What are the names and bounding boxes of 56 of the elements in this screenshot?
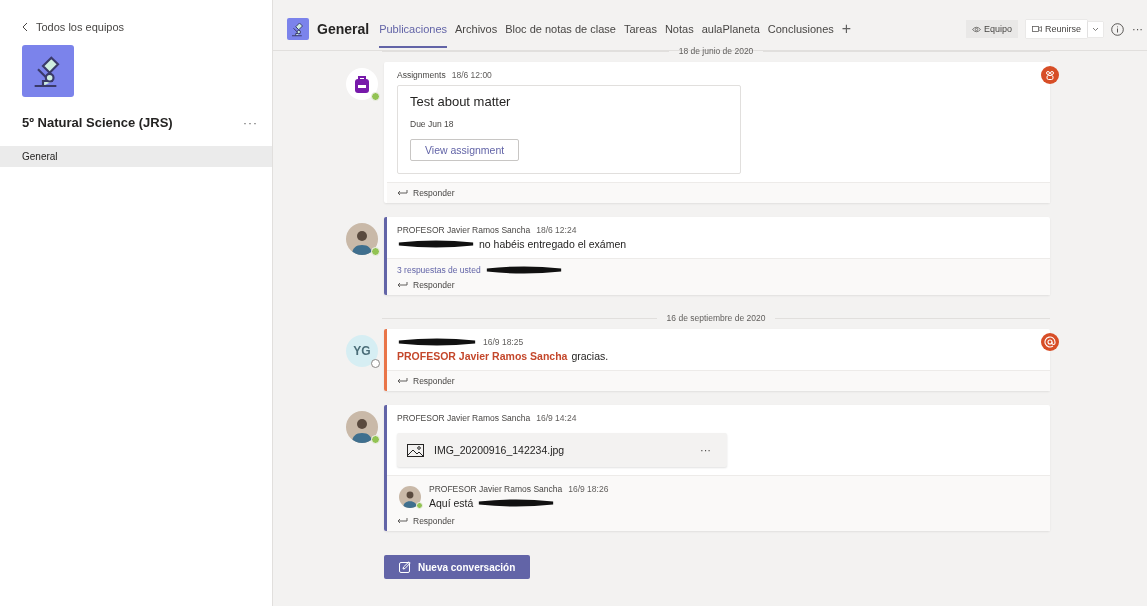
message-text: gracias. — [571, 350, 609, 362]
reply-button[interactable]: Responder — [387, 275, 1050, 295]
author-name: PROFESOR Javier Ramos Sancha — [397, 225, 531, 235]
message-time: 18/6 12:00 — [451, 70, 492, 80]
message-text: Aquí está — [429, 497, 474, 509]
author-name: Assignments — [397, 70, 446, 80]
tab[interactable]: Conclusiones — [767, 10, 834, 48]
team-button[interactable]: Equipo — [965, 20, 1018, 38]
backpack-icon — [354, 75, 370, 93]
more-options-button[interactable]: ··· — [1132, 23, 1143, 35]
compose-icon — [399, 561, 411, 573]
channel-item[interactable]: General — [0, 146, 272, 167]
date-separator: 16 de septiembre de 2020 — [666, 313, 766, 323]
meet-button[interactable]: Reunirse — [1025, 20, 1087, 38]
replies-link[interactable]: 3 respuestas de usted — [397, 265, 481, 275]
reply-arrow-icon — [397, 281, 408, 289]
date-separator: 18 de junio de 2020 — [678, 46, 754, 56]
reply-button[interactable]: Responder — [387, 371, 1050, 391]
message-time: 16/9 18:26 — [568, 484, 609, 494]
file-attachment[interactable]: IMG_20200916_142234.jpg ··· — [397, 433, 727, 467]
reply-button[interactable]: Responder — [387, 183, 1050, 203]
reply-arrow-icon — [397, 517, 408, 525]
tab[interactable]: Archivos — [455, 10, 498, 48]
view-assignment-button[interactable]: View assignment — [410, 139, 520, 161]
more-options-button[interactable]: ··· — [694, 443, 717, 457]
tab[interactable]: Tareas — [623, 10, 657, 48]
new-conversation-button[interactable]: Nueva conversación — [384, 555, 531, 579]
mention-link[interactable]: PROFESOR Javier Ramos Sancha — [397, 350, 568, 362]
reply-arrow-icon — [397, 189, 408, 197]
more-options-button[interactable]: ··· — [243, 115, 258, 130]
video-camera-icon — [1031, 25, 1042, 33]
message-text: no habéis entregado el exámen — [479, 238, 627, 250]
message-time: 16/9 18:25 — [483, 337, 524, 347]
team-name: 5º Natural Science (JRS) — [22, 115, 173, 130]
channel-title: General — [317, 21, 370, 37]
chevron-left-icon — [22, 22, 28, 32]
avatar-initials: YG — [353, 344, 371, 358]
reply-arrow-icon — [397, 377, 408, 385]
file-name: IMG_20200916_142234.jpg — [434, 444, 566, 456]
reply-button[interactable]: Responder — [387, 511, 1050, 531]
author-name: PROFESOR Javier Ramos Sancha — [397, 413, 531, 423]
info-icon[interactable] — [1111, 22, 1124, 36]
tab[interactable]: aulaPlaneta — [701, 10, 760, 48]
image-icon — [407, 443, 424, 457]
back-link[interactable]: Todos los equipos — [0, 0, 272, 33]
caret-icon — [1092, 26, 1099, 32]
message-time: 16/9 14:24 — [536, 413, 577, 423]
due-date: Due Jun 18 — [410, 119, 455, 129]
tab[interactable]: Publicaciones — [379, 10, 447, 48]
tab[interactable]: Notas — [664, 10, 694, 48]
add-tab-button[interactable]: + — [841, 20, 852, 38]
message-time: 18/6 12:24 — [536, 225, 577, 235]
author-name: PROFESOR Javier Ramos Sancha — [429, 484, 563, 494]
assignment-title: Test about matter — [410, 94, 512, 109]
eye-icon — [971, 25, 981, 33]
tab[interactable]: Bloc de notas de clase — [505, 10, 616, 48]
